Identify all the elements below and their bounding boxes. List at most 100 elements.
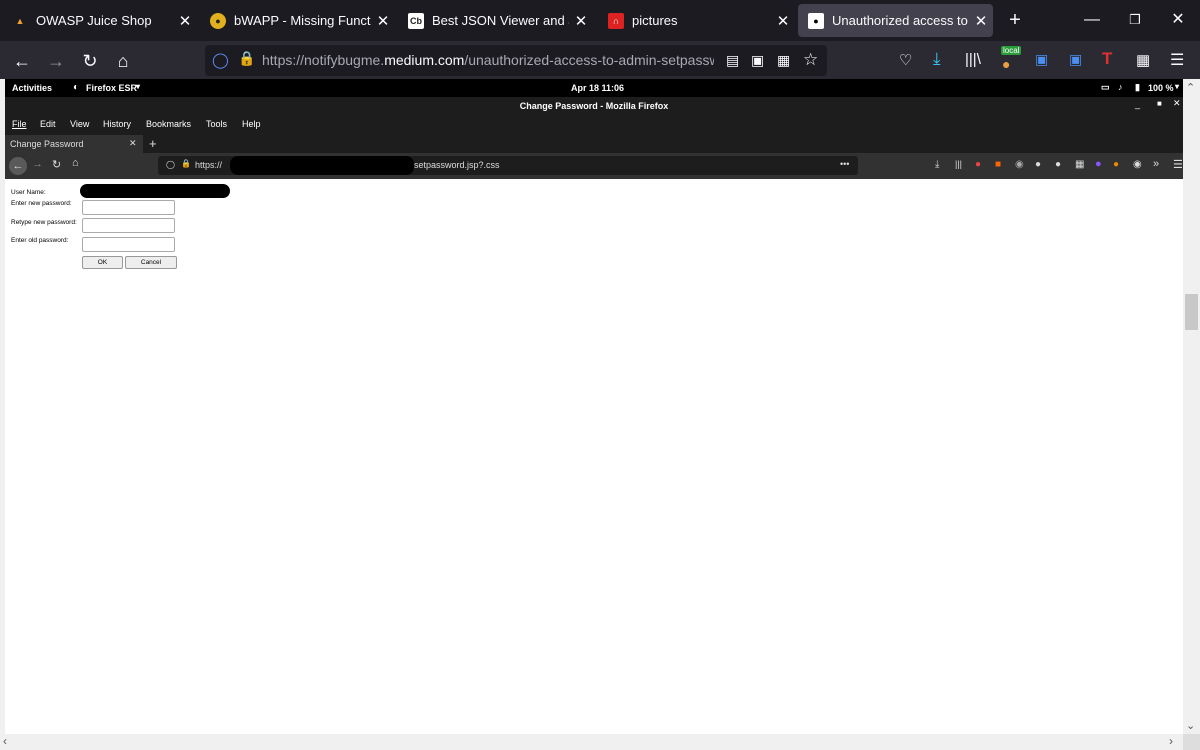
vm-menu-bar: File Edit View History Bookmarks Tools H… [5,115,1183,135]
vm-shield-icon: ◯ [166,160,175,169]
extension-cookie-icon[interactable]: ● [1002,56,1010,72]
horizontal-scrollbar[interactable]: ‹ › [0,734,1183,750]
tab-bwapp[interactable]: ● bWAPP - Missing Functional L ✕ [200,4,395,37]
cancel-button[interactable]: Cancel [125,256,177,269]
home-button[interactable]: ⌂ [109,47,137,75]
scroll-left-icon[interactable]: ‹ [3,734,7,748]
vm-download-icon[interactable]: ⤓ [935,159,939,170]
pictures-icon: ∩ [608,12,624,29]
restore-button[interactable]: ❐ [1115,8,1155,32]
retype-password-field[interactable] [82,218,175,233]
vertical-scrollbar[interactable]: ⌃ ⌄ [1183,79,1200,734]
local-badge: local [1001,46,1022,55]
bee-icon: ● [210,12,226,29]
vm-extension-icon[interactable]: ● [1035,159,1041,170]
vm-maximize-icon[interactable]: ■ [1157,99,1162,108]
library-icon[interactable]: |||\ [965,51,981,68]
tab-json-viewer[interactable]: Cb Best JSON Viewer and JSON I ✕ [398,4,593,37]
menu-edit[interactable]: Edit [40,119,56,129]
vm-extension-icon[interactable]: ● [1113,159,1119,170]
extension-language-icon[interactable]: ▣ [1069,51,1082,68]
menu-tools[interactable]: Tools [206,119,227,129]
close-icon[interactable]: ✕ [569,12,593,30]
close-icon[interactable]: ✕ [173,12,197,30]
reload-button[interactable]: ↻ [76,47,104,75]
menu-icon[interactable]: ☰ [1170,50,1184,70]
scroll-down-icon[interactable]: ⌄ [1186,719,1195,732]
menu-bookmarks[interactable]: Bookmarks [146,119,191,129]
vm-minimize-icon[interactable]: _ [1135,99,1140,109]
caret-down-icon: ▾ [136,82,141,91]
vm-extension-icon[interactable]: ● [975,159,981,170]
clock[interactable]: Apr 18 11:06 [571,83,624,93]
close-icon[interactable]: ✕ [371,12,395,30]
scroll-up-icon[interactable]: ⌃ [1186,81,1195,94]
extensions-icon[interactable]: ▦ [1136,51,1150,69]
juice-shop-icon: ▲ [15,15,25,26]
menu-history[interactable]: History [103,119,131,129]
volume-icon: ♪ [1118,82,1123,92]
new-password-label: Enter new password: [11,200,72,207]
user-name-label: User Name: [11,189,46,196]
vm-forward-button[interactable]: → [32,158,43,170]
vm-library-icon[interactable]: ||| [955,159,962,169]
vm-extension-icon[interactable]: ◉ [1015,159,1024,170]
new-password-field[interactable] [82,200,175,215]
close-window-button[interactable]: ✕ [1158,8,1198,32]
vm-extension-icon[interactable]: ▦ [1075,159,1084,170]
bookmark-star-icon[interactable]: ☆ [803,50,818,70]
vm-extension-icon[interactable]: ● [1055,159,1061,170]
new-tab-button[interactable]: + [995,8,1035,32]
vm-new-tab-button[interactable]: + [149,136,157,151]
close-icon[interactable]: ✕ [129,138,137,149]
close-icon[interactable]: ✕ [771,12,795,30]
app-menu[interactable]: Firefox ESR [86,83,137,93]
menu-file[interactable]: File [12,119,27,129]
old-password-label: Enter old password: [11,237,69,244]
vm-close-icon[interactable]: ✕ [1173,98,1181,109]
translate-icon[interactable]: ▣ [751,52,764,69]
vm-page-actions-icon[interactable]: ••• [840,159,849,169]
reader-view-icon[interactable]: ▤ [726,52,739,69]
medium-icon: ● [808,12,824,29]
tab-pictures[interactable]: ∩ pictures ✕ [598,4,795,37]
extension-t-icon[interactable]: T [1102,49,1112,69]
vm-back-button[interactable]: ← [9,157,27,175]
retype-password-label: Retype new password: [11,219,77,226]
ok-button[interactable]: OK [82,256,123,269]
forward-button[interactable]: → [42,47,70,75]
scrollbar-thumb[interactable] [1185,294,1198,330]
firefox-icon: ◐ [73,82,80,93]
menu-help[interactable]: Help [242,119,261,129]
extension-translate-icon[interactable]: ▣ [1035,51,1048,68]
vm-reload-button[interactable]: ↻ [52,158,61,171]
old-password-field[interactable] [82,237,175,252]
activities-button[interactable]: Activities [12,83,52,93]
vm-nav-bar: ← → ↻ ⌂ ◯ 🔒 https:// setpassword.jsp?.cs… [5,153,1183,179]
tab-label: bWAPP - Missing Functional L [234,13,371,28]
vm-home-button[interactable]: ⌂ [72,157,79,169]
close-icon[interactable]: ✕ [969,12,993,30]
minimize-button[interactable]: — [1072,8,1112,32]
battery-icon: ▮ [1135,82,1140,92]
url-text[interactable]: https://notifybugme.medium.com/unauthori… [262,52,714,68]
qr-code-icon[interactable]: ▦ [777,52,790,69]
menu-view[interactable]: View [70,119,89,129]
vm-extension-icon[interactable]: ● [1095,158,1102,170]
vm-tab-change-password[interactable]: Change Password ✕ [5,135,143,153]
tab-medium-article[interactable]: ● Unauthorized access to admi ✕ [798,4,993,37]
vm-extension-icon[interactable]: ■ [995,159,1001,170]
vm-menu-icon[interactable]: ☰ [1173,158,1183,171]
download-icon[interactable]: ⤓ [933,49,941,69]
pocket-icon[interactable]: ♡ [899,51,912,69]
vm-extension-icon[interactable]: ◉ [1133,159,1142,170]
shield-icon[interactable]: ◯ [212,51,229,69]
back-button[interactable]: ← [8,47,36,75]
scrollbar-corner [1183,734,1200,750]
lock-icon[interactable]: 🔒 [238,50,255,67]
vm-url-bar[interactable]: ◯ 🔒 https:// setpassword.jsp?.css ••• [158,156,858,175]
vm-tab-bar: Change Password ✕ + [5,135,1183,153]
tab-juice-shop[interactable]: ▲ OWASP Juice Shop ✕ [2,4,197,37]
scroll-right-icon[interactable]: › [1169,734,1173,748]
vm-overflow-icon[interactable]: » [1153,158,1159,170]
